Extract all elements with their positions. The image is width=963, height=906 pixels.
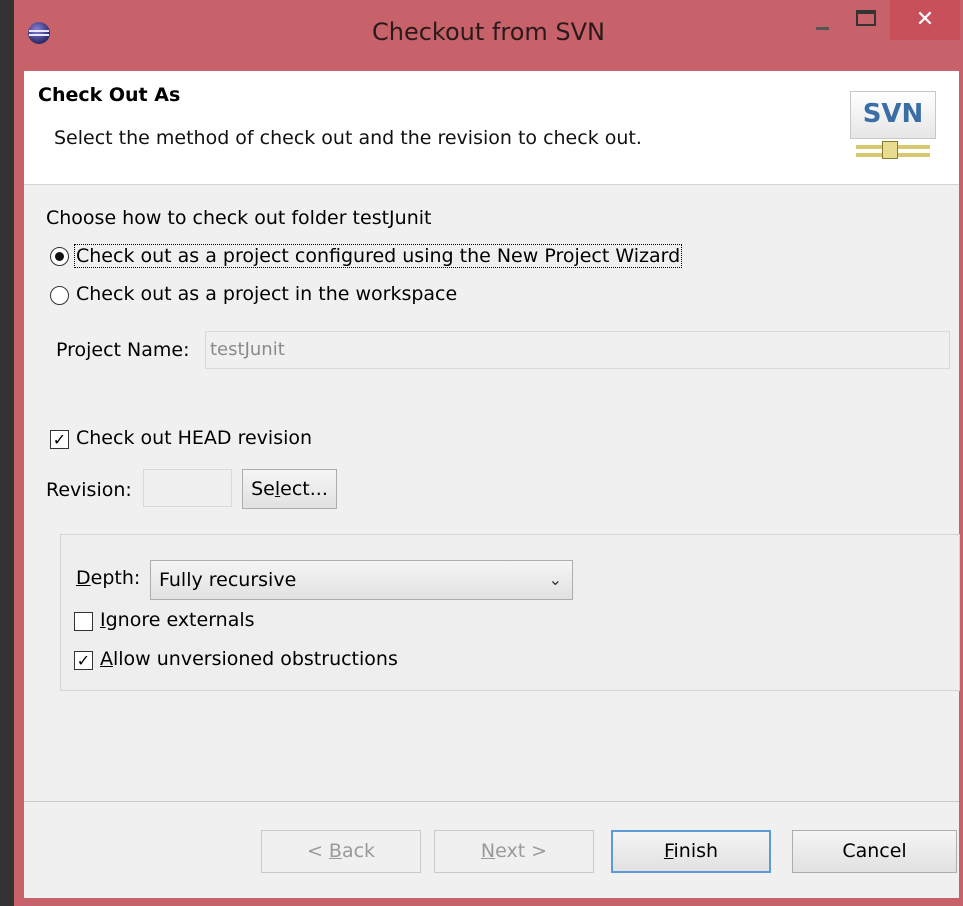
minimize-button[interactable] [804,0,842,40]
head-revision-checkbox[interactable]: ✓ [50,430,69,449]
project-name-label: Project Name: [56,339,190,361]
allow-obstructions-label[interactable]: Allow unversioned obstructions [100,648,398,670]
page-description: Select the method of check out and the r… [54,127,642,149]
svn-logo-text: SVN [850,91,936,139]
maximize-button[interactable] [844,0,888,40]
minimize-icon [816,27,829,30]
maximize-icon [856,10,876,26]
depth-select-value: Fully recursive [159,569,297,591]
radio-workspace[interactable] [50,286,69,305]
dialog-window: Checkout from SVN ✕ Check Out As Select … [14,0,963,906]
checkout-method-label: Choose how to check out folder testJunit [46,207,432,229]
chevron-down-icon: ⌄ [548,570,562,589]
allow-obstructions-checkbox[interactable]: ✓ [74,651,93,670]
select-revision-button[interactable]: Select... [242,469,337,509]
wizard-header: Check Out As Select the method of check … [24,71,959,185]
footer-separator [24,801,959,802]
revision-label: Revision: [46,479,132,501]
radio-wizard[interactable] [50,247,69,266]
project-name-field[interactable]: testJunit [205,331,950,369]
depth-label: Depth: [76,567,141,589]
depth-select[interactable]: Fully recursive ⌄ [150,560,573,600]
ignore-externals-label[interactable]: Ignore externals [100,609,255,631]
head-revision-label[interactable]: Check out HEAD revision [76,427,312,449]
radio-workspace-label[interactable]: Check out as a project in the workspace [76,283,457,305]
close-button[interactable]: ✕ [890,0,960,40]
page-title: Check Out As [38,84,181,106]
revision-field[interactable] [143,469,232,507]
dialog-body: Check Out As Select the method of check … [24,71,960,898]
close-icon: ✕ [915,7,935,32]
finish-button[interactable]: Finish [611,830,771,873]
ignore-externals-checkbox[interactable] [74,612,93,631]
radio-wizard-label[interactable]: Check out as a project configured using … [74,244,683,268]
svn-logo-icon: SVN [850,91,936,161]
next-button[interactable]: Next > [434,830,594,873]
cancel-button[interactable]: Cancel [792,830,957,873]
back-button[interactable]: < Back [261,830,421,873]
title-bar[interactable]: Checkout from SVN ✕ [14,0,963,70]
